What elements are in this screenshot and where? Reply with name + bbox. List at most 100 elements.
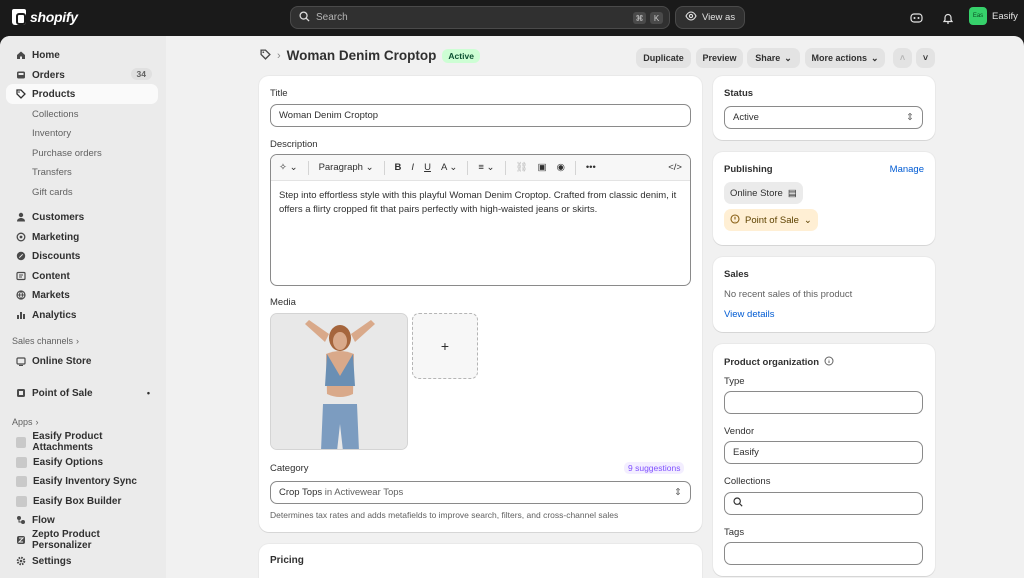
- category-select[interactable]: Crop Tops in Activewear Tops ⇕: [270, 481, 691, 504]
- channel-point-of-sale-chip[interactable]: Point of Sale ⌄: [724, 209, 818, 231]
- share-button[interactable]: Share ⌄: [747, 48, 800, 68]
- sidebar-item-label: Markets: [32, 289, 70, 301]
- vendor-label: Vendor: [724, 426, 755, 437]
- more-icon[interactable]: •••: [586, 162, 596, 173]
- sidebar-item-analytics[interactable]: Analytics: [6, 305, 158, 325]
- image-icon[interactable]: ▣: [538, 162, 547, 173]
- zepto-icon: [16, 535, 26, 545]
- add-media-button[interactable]: +: [412, 313, 478, 379]
- sidebar-item-settings[interactable]: Settings: [6, 551, 158, 571]
- publishing-card: Publishing Manage Online Store ▤ Point o…: [713, 152, 935, 245]
- paragraph-label: Paragraph: [318, 162, 363, 173]
- plus-icon: +: [440, 338, 450, 354]
- sidekick-icon[interactable]: [908, 10, 924, 26]
- sidebar-item-label: Content: [32, 270, 70, 282]
- sales-channels-heading[interactable]: Sales channels ›: [12, 336, 79, 346]
- sidebar-item-online-store[interactable]: Online Store: [6, 351, 158, 371]
- sidebar-item-discounts[interactable]: Discounts: [6, 246, 158, 266]
- chevron-down-icon: ⌄: [803, 214, 812, 226]
- paragraph-select[interactable]: Paragraph ⌄: [319, 162, 374, 173]
- preview-button[interactable]: Preview: [696, 48, 743, 68]
- sidebar-app-easify-product-attachments[interactable]: Easify Product Attachments: [6, 431, 158, 453]
- sidebar-item-label: Zepto Product Personalizer: [32, 529, 100, 551]
- sidebar-app-zepto-product-personalizer[interactable]: Zepto Product Personalizer: [6, 529, 158, 551]
- category-label: Category: [270, 463, 309, 474]
- duplicate-button[interactable]: Duplicate: [636, 48, 691, 68]
- chevron-up-icon: ˄: [899, 53, 906, 63]
- sidebar-sub-gift-cards[interactable]: Gift cards: [32, 183, 73, 201]
- app-icon: [16, 436, 27, 448]
- pin-dot-icon[interactable]: •: [147, 388, 150, 398]
- sidebar-item-label: Analytics: [32, 309, 77, 321]
- text-color-icon[interactable]: A ⌄: [441, 162, 457, 173]
- top-bar: shopify Search ⌘ K View as Eas Easify: [0, 0, 1024, 36]
- sidebar-item-orders[interactable]: Orders 34: [6, 65, 158, 85]
- underline-icon[interactable]: U: [424, 162, 431, 173]
- sales-empty-text: No recent sales of this product: [724, 289, 853, 300]
- sidebar-item-customers[interactable]: Customers: [6, 207, 158, 227]
- align-icon[interactable]: ≡ ⌄: [478, 162, 494, 173]
- sidebar-item-label: Home: [32, 49, 60, 61]
- status-select[interactable]: Active ⇕: [724, 106, 923, 129]
- sidebar-sub-purchase-orders[interactable]: Purchase orders: [32, 144, 102, 162]
- vendor-input[interactable]: Easify: [724, 441, 923, 464]
- more-actions-button[interactable]: More actions ⌄: [805, 48, 885, 68]
- channel-online-store-chip[interactable]: Online Store ▤: [724, 182, 803, 204]
- sidebar-app-easify-box-builder[interactable]: Easify Box Builder: [6, 491, 158, 511]
- sidebar-item-label: Point of Sale: [32, 387, 93, 399]
- next-product-button[interactable]: ˅: [916, 48, 935, 68]
- previous-product-button[interactable]: ˄: [893, 48, 912, 68]
- tag-icon[interactable]: [260, 48, 271, 63]
- magic-icon[interactable]: ✧ ⌄: [279, 162, 298, 173]
- sidebar-item-markets[interactable]: Markets: [6, 285, 158, 305]
- shopify-bag-icon: [12, 9, 26, 25]
- title-input[interactable]: Woman Denim Croptop: [270, 104, 691, 127]
- type-input[interactable]: [724, 391, 923, 414]
- bell-icon[interactable]: [940, 10, 956, 26]
- sidebar-app-easify-options[interactable]: Easify Options: [6, 452, 158, 472]
- collections-label: Collections: [724, 476, 771, 487]
- flow-icon: [16, 515, 26, 525]
- video-icon[interactable]: ◉: [557, 162, 565, 173]
- bold-icon[interactable]: B: [395, 162, 402, 173]
- product-image[interactable]: [270, 313, 408, 450]
- tags-input[interactable]: [724, 542, 923, 565]
- sidebar-item-home[interactable]: Home: [6, 45, 158, 65]
- sidebar-sub-collections[interactable]: Collections: [32, 105, 78, 123]
- link-icon[interactable]: ⛓: [516, 162, 528, 173]
- channel-label: Online Store: [730, 187, 783, 199]
- duplicate-label: Duplicate: [643, 53, 684, 63]
- sidebar-sub-transfers[interactable]: Transfers: [32, 163, 72, 181]
- sidebar-sub-inventory[interactable]: Inventory: [32, 124, 71, 142]
- search-bar[interactable]: Search ⌘ K: [290, 6, 670, 29]
- italic-icon[interactable]: I: [411, 162, 414, 173]
- status-badge: Active: [442, 48, 480, 63]
- info-icon[interactable]: [824, 356, 834, 369]
- sidebar-item-marketing[interactable]: Marketing: [6, 227, 158, 247]
- sidebar-app-easify-inventory-sync[interactable]: Easify Inventory Sync: [6, 471, 158, 491]
- manage-link[interactable]: Manage: [890, 164, 924, 175]
- eye-icon: [685, 11, 697, 24]
- toolbar-divider: [467, 160, 469, 175]
- store-switcher[interactable]: Eas Easify: [969, 7, 1018, 25]
- sidebar-item-products[interactable]: Products: [6, 84, 158, 104]
- view-as-button[interactable]: View as: [675, 6, 746, 29]
- sidebar-item-label: Marketing: [32, 231, 80, 243]
- apps-heading[interactable]: Apps ›: [12, 417, 39, 427]
- sidebar-app-flow[interactable]: Flow: [6, 510, 158, 530]
- sidebar-item-label: Orders: [32, 69, 65, 81]
- code-view-icon[interactable]: </>: [668, 162, 682, 173]
- type-label: Type: [724, 376, 745, 387]
- description-text[interactable]: Step into effortless style with this pla…: [271, 181, 690, 224]
- shopify-logo[interactable]: shopify: [12, 9, 78, 25]
- description-editor: ✧ ⌄ Paragraph ⌄ B I U A ⌄ ≡ ⌄ ⛓ ▣ ◉ •••: [270, 154, 691, 286]
- collections-input[interactable]: [724, 492, 923, 515]
- app-icon: [16, 456, 27, 468]
- publishing-label: Publishing: [724, 164, 773, 175]
- sidebar-item-content[interactable]: Content: [6, 266, 158, 286]
- calendar-icon: ▤: [787, 187, 797, 199]
- category-suggestions-badge[interactable]: 9 suggestions: [624, 462, 685, 474]
- select-chevrons-icon: ⇕: [674, 487, 682, 498]
- sidebar-item-point-of-sale[interactable]: Point of Sale •: [6, 383, 158, 403]
- view-details-link[interactable]: View details: [724, 309, 775, 320]
